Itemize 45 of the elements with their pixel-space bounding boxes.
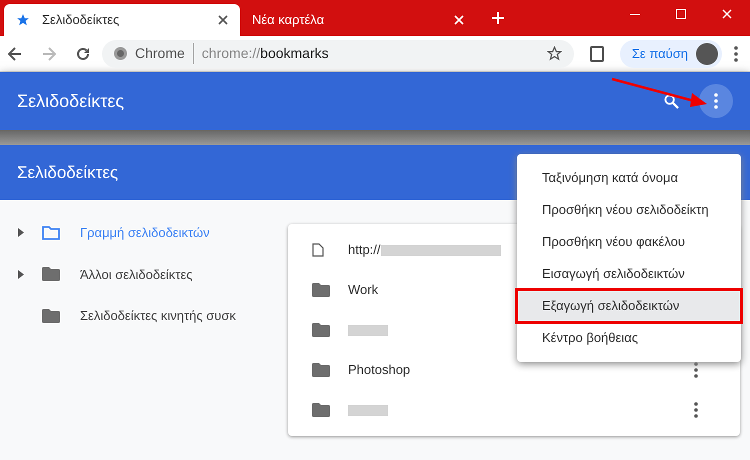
chrome-logo-icon xyxy=(114,47,127,60)
star-icon xyxy=(16,13,30,27)
url-text: chrome://bookmarks xyxy=(202,44,330,63)
folder-icon xyxy=(42,267,60,282)
folder-icon xyxy=(42,308,60,323)
bookmark-title[interactable]: Photoshop xyxy=(348,360,410,380)
more-icon xyxy=(734,46,738,62)
sidebar-item[interactable]: Άλλοι σελιδοδείκτες xyxy=(80,264,192,284)
bookmark-title[interactable]: Work xyxy=(348,280,378,300)
more-icon xyxy=(714,93,718,109)
close-tab-icon[interactable] xyxy=(218,15,228,25)
folder-outline-icon xyxy=(42,226,60,240)
page-icon xyxy=(312,243,324,257)
folder-icon xyxy=(312,283,330,297)
address-bar[interactable]: Chrome chrome://bookmarks xyxy=(102,40,574,68)
profile-button[interactable]: Σε παύση xyxy=(620,40,722,68)
search-icon[interactable] xyxy=(664,94,679,108)
folder-icon xyxy=(312,363,330,377)
back-icon[interactable] xyxy=(8,46,22,60)
expand-arrow-icon[interactable] xyxy=(18,228,24,238)
avatar xyxy=(696,42,718,64)
star-outline-icon[interactable] xyxy=(546,46,562,61)
new-tab-icon[interactable] xyxy=(492,12,504,24)
menu-item[interactable]: Προσθήκη νέου φακέλου xyxy=(517,226,741,258)
header-title: Σελιδοδείκτες xyxy=(17,90,126,112)
more-icon xyxy=(694,402,698,418)
menu-item[interactable]: Προσθήκη νέου σελιδοδείκτη xyxy=(517,194,741,226)
menu-item[interactable]: Κέντρο βοήθειας xyxy=(517,322,741,354)
bookmark-title[interactable]: http:// xyxy=(348,240,381,260)
menu-item[interactable]: Εισαγωγή σελιδοδεικτών xyxy=(517,258,741,290)
browser-tab[interactable]: Σελιδοδείκτες xyxy=(4,4,240,36)
header-title: Σελιδοδείκτες xyxy=(17,162,118,184)
reload-icon[interactable] xyxy=(76,46,90,60)
menu-item[interactable]: Εξαγωγή σελιδοδεικτών xyxy=(517,290,741,322)
site-label: Chrome xyxy=(135,43,194,64)
more-icon xyxy=(694,362,698,378)
sidebar-item[interactable]: Σελιδοδείκτες κινητής συσκ xyxy=(80,306,236,326)
folder-icon xyxy=(312,323,330,337)
folder-icon xyxy=(312,403,330,417)
extension-icon[interactable] xyxy=(590,46,604,62)
menu-button[interactable] xyxy=(699,84,733,118)
expand-arrow-icon[interactable] xyxy=(18,270,24,279)
browser-tab[interactable]: Νέα καρτέλα xyxy=(240,4,476,36)
close-window-icon[interactable] xyxy=(722,9,732,19)
menu-item[interactable]: Ταξινόμηση κατά όνομα xyxy=(517,162,741,194)
